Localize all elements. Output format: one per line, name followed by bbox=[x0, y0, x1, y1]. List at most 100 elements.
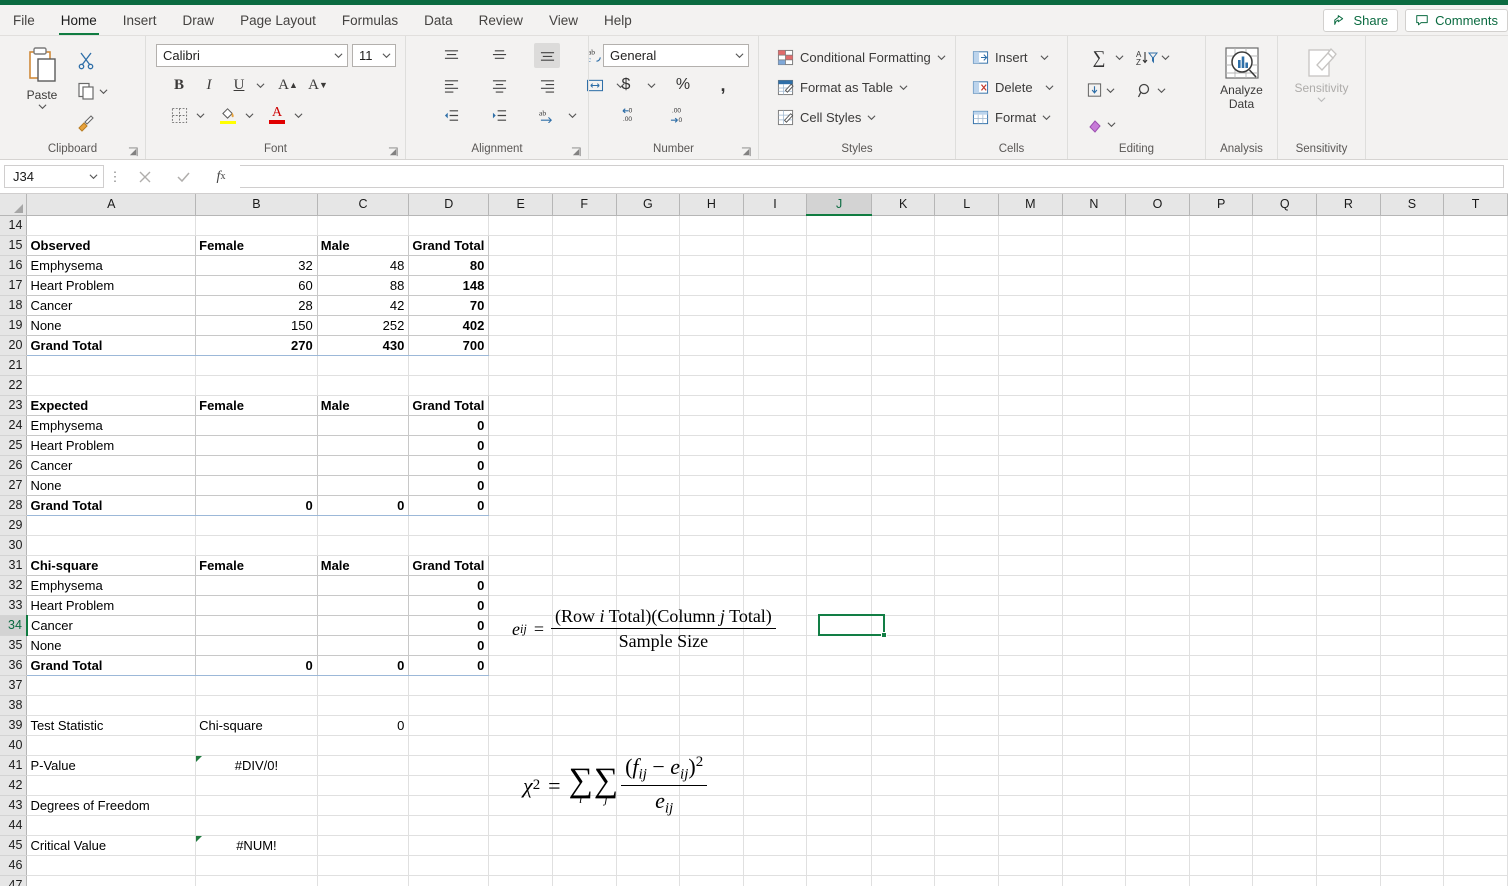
cell-empty-M37[interactable] bbox=[998, 675, 1063, 696]
cell-empty-P25[interactable] bbox=[1189, 435, 1254, 456]
cell-empty-N45[interactable] bbox=[1062, 835, 1127, 856]
cell-empty-R15[interactable] bbox=[1316, 235, 1381, 256]
cell-empty-J40[interactable] bbox=[806, 735, 872, 756]
cell-empty-M38[interactable] bbox=[998, 695, 1063, 716]
cell-D18[interactable]: 70 bbox=[408, 295, 490, 316]
cell-empty-H32[interactable] bbox=[679, 575, 744, 596]
cell-empty-P30[interactable] bbox=[1189, 535, 1254, 556]
cell-empty-B38[interactable] bbox=[195, 695, 318, 716]
cell-D34[interactable]: 0 bbox=[408, 615, 490, 636]
cell-empty-T28[interactable] bbox=[1443, 495, 1508, 516]
confirm-edit-button[interactable] bbox=[164, 165, 202, 188]
cell-empty-K17[interactable] bbox=[871, 275, 936, 296]
cell-empty-N18[interactable] bbox=[1062, 295, 1127, 316]
cell-empty-J20[interactable] bbox=[806, 335, 872, 356]
cell-C16[interactable]: 48 bbox=[317, 255, 410, 276]
cell-empty-Q33[interactable] bbox=[1252, 595, 1318, 616]
column-header-d[interactable]: D bbox=[408, 194, 490, 216]
cell-B45[interactable]: #NUM! bbox=[195, 835, 318, 856]
borders-button[interactable] bbox=[166, 103, 192, 128]
cell-empty-R37[interactable] bbox=[1316, 675, 1381, 696]
cell-empty-O14[interactable] bbox=[1125, 215, 1190, 236]
wrap-text-button[interactable]: ab bbox=[534, 103, 560, 128]
cell-empty-P20[interactable] bbox=[1189, 335, 1254, 356]
cell-empty-H36[interactable] bbox=[679, 655, 744, 676]
cell-empty-E39[interactable] bbox=[488, 715, 553, 736]
cell-A41[interactable]: P-Value bbox=[26, 755, 197, 776]
cell-empty-D38[interactable] bbox=[408, 695, 490, 716]
cell-empty-P16[interactable] bbox=[1189, 255, 1254, 276]
number-dialog-launcher[interactable] bbox=[741, 147, 752, 158]
cell-empty-G25[interactable] bbox=[616, 435, 681, 456]
cell-A26[interactable]: Cancer bbox=[26, 455, 197, 476]
cell-empty-N35[interactable] bbox=[1062, 635, 1127, 656]
cell-empty-H46[interactable] bbox=[679, 855, 744, 876]
row-header-16[interactable]: 16 bbox=[0, 255, 28, 276]
cell-empty-C47[interactable] bbox=[317, 875, 410, 886]
cell-empty-E24[interactable] bbox=[488, 415, 553, 436]
chevron-down-icon[interactable] bbox=[568, 111, 577, 120]
cell-empty-R26[interactable] bbox=[1316, 455, 1381, 476]
cell-empty-M32[interactable] bbox=[998, 575, 1063, 596]
cell-empty-M25[interactable] bbox=[998, 435, 1063, 456]
cell-empty-P42[interactable] bbox=[1189, 775, 1254, 796]
cell-A24[interactable]: Emphysema bbox=[26, 415, 197, 436]
cell-empty-B24[interactable] bbox=[195, 415, 318, 436]
cell-empty-H14[interactable] bbox=[679, 215, 744, 236]
cell-A17[interactable]: Heart Problem bbox=[26, 275, 197, 296]
cell-empty-P15[interactable] bbox=[1189, 235, 1254, 256]
cell-empty-R45[interactable] bbox=[1316, 835, 1381, 856]
cell-empty-N20[interactable] bbox=[1062, 335, 1127, 356]
cell-empty-K14[interactable] bbox=[871, 215, 936, 236]
cell-empty-Q16[interactable] bbox=[1252, 255, 1318, 276]
tab-insert[interactable]: Insert bbox=[110, 5, 170, 35]
cell-empty-C34[interactable] bbox=[317, 615, 410, 636]
cell-empty-E25[interactable] bbox=[488, 435, 553, 456]
cell-empty-A42[interactable] bbox=[26, 775, 197, 796]
cell-empty-F32[interactable] bbox=[552, 575, 617, 596]
cell-empty-H16[interactable] bbox=[679, 255, 744, 276]
row-header-27[interactable]: 27 bbox=[0, 475, 28, 496]
cell-empty-H18[interactable] bbox=[679, 295, 744, 316]
cell-empty-B37[interactable] bbox=[195, 675, 318, 696]
tab-draw[interactable]: Draw bbox=[170, 5, 228, 35]
cell-empty-T43[interactable] bbox=[1443, 795, 1508, 816]
cell-empty-K29[interactable] bbox=[871, 515, 936, 536]
cell-empty-N19[interactable] bbox=[1062, 315, 1127, 336]
cell-empty-E31[interactable] bbox=[488, 555, 553, 576]
cell-empty-B26[interactable] bbox=[195, 455, 318, 476]
cell-empty-P19[interactable] bbox=[1189, 315, 1254, 336]
chevron-down-icon[interactable] bbox=[196, 111, 205, 120]
row-header-23[interactable]: 23 bbox=[0, 395, 28, 416]
cell-A28[interactable]: Grand Total bbox=[26, 494, 197, 516]
cell-empty-H23[interactable] bbox=[679, 395, 744, 416]
cell-empty-T41[interactable] bbox=[1443, 755, 1508, 776]
cell-empty-M46[interactable] bbox=[998, 855, 1063, 876]
cell-empty-M20[interactable] bbox=[998, 335, 1063, 356]
cell-empty-N29[interactable] bbox=[1062, 515, 1127, 536]
cell-empty-E16[interactable] bbox=[488, 255, 553, 276]
insert-function-button[interactable]: fx bbox=[202, 165, 240, 188]
cell-empty-S20[interactable] bbox=[1380, 335, 1445, 356]
cell-empty-O37[interactable] bbox=[1125, 675, 1190, 696]
cell-empty-R17[interactable] bbox=[1316, 275, 1381, 296]
cell-empty-I22[interactable] bbox=[743, 375, 808, 396]
insert-cells-button[interactable]: Insert bbox=[968, 44, 1058, 71]
cell-empty-F45[interactable] bbox=[552, 835, 617, 856]
cell-empty-O41[interactable] bbox=[1125, 755, 1190, 776]
cell-empty-P35[interactable] bbox=[1189, 635, 1254, 656]
cell-empty-L28[interactable] bbox=[934, 495, 1000, 516]
cell-empty-M18[interactable] bbox=[998, 295, 1063, 316]
cell-empty-I23[interactable] bbox=[743, 395, 808, 416]
cell-empty-N47[interactable] bbox=[1062, 875, 1127, 886]
column-header-t[interactable]: T bbox=[1443, 194, 1508, 216]
cell-empty-S39[interactable] bbox=[1380, 715, 1445, 736]
cell-empty-B44[interactable] bbox=[195, 815, 318, 836]
column-header-r[interactable]: R bbox=[1316, 194, 1381, 216]
cell-empty-O39[interactable] bbox=[1125, 715, 1190, 736]
cell-empty-M39[interactable] bbox=[998, 715, 1063, 736]
cell-empty-Q41[interactable] bbox=[1252, 755, 1318, 776]
cell-empty-J16[interactable] bbox=[806, 255, 872, 276]
cell-empty-J22[interactable] bbox=[806, 375, 872, 396]
cell-D17[interactable]: 148 bbox=[408, 275, 490, 296]
